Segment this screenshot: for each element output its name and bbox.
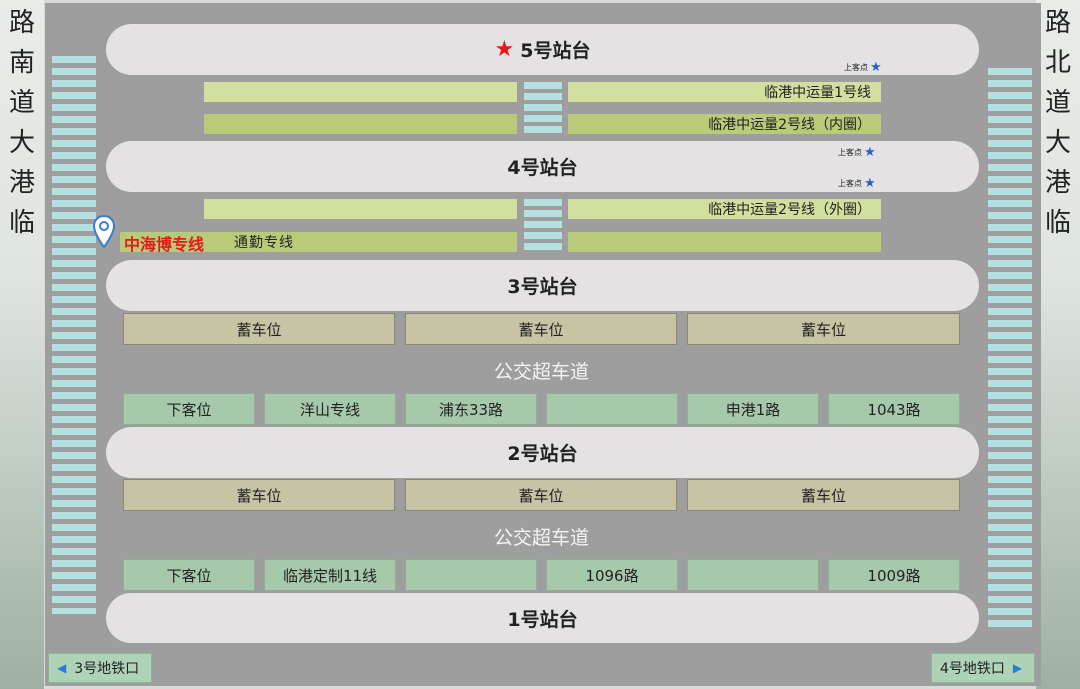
storage-bay: 蓄车位 bbox=[405, 313, 677, 345]
storage-bay-label: 蓄车位 bbox=[518, 486, 564, 505]
lane-line2-inner-left bbox=[204, 114, 517, 134]
bus-overtake-lane-label: 公交超车道 bbox=[493, 361, 589, 383]
lane-line2-inner: 临港中运量2号线（内圈） bbox=[568, 114, 881, 134]
bus-bay-label: 浦东33路 bbox=[438, 400, 504, 419]
bus-bay-label: 申港1路 bbox=[725, 400, 781, 419]
bus-bay-label: 洋山专线 bbox=[299, 400, 360, 419]
bus-bay[interactable] bbox=[405, 559, 537, 591]
storage-bay: 蓄车位 bbox=[687, 479, 960, 511]
bus-bay[interactable]: 洋山专线 bbox=[264, 393, 396, 425]
lane-line2-outer: 临港中运量2号线（外圈） bbox=[568, 199, 881, 219]
arrow-right-icon: ▶ bbox=[1012, 661, 1023, 675]
lane-line1-label: 临港中运量1号线 bbox=[764, 85, 871, 101]
boarding-point: 上客点 ★ bbox=[838, 176, 876, 191]
storage-bay: 蓄车位 bbox=[687, 313, 960, 345]
bus-overtake-lane-label: 公交超车道 bbox=[493, 527, 589, 549]
metro-exit-4[interactable]: 4号地铁口 ▶ bbox=[931, 653, 1035, 683]
platform-5-label: 5号站台 bbox=[520, 40, 591, 62]
arrow-left-icon: ◀ bbox=[57, 661, 67, 675]
bus-bay[interactable]: 申港1路 bbox=[687, 393, 819, 425]
blue-star-icon: ★ bbox=[864, 176, 876, 191]
location-pin-icon bbox=[92, 214, 116, 249]
bus-bay[interactable]: 临港定制11线 bbox=[264, 559, 396, 591]
lane-line2-outer-label: 临港中运量2号线（外圈） bbox=[708, 202, 871, 218]
platform-4-label: 4号站台 bbox=[507, 157, 578, 179]
metro-exit-3[interactable]: ◀ 3号地铁口 bbox=[48, 653, 152, 683]
platform-1-label: 1号站台 bbox=[507, 608, 578, 631]
storage-bay: 蓄车位 bbox=[123, 313, 395, 345]
left-road-char: 南 bbox=[8, 48, 35, 78]
blue-star-icon: ★ bbox=[864, 145, 876, 160]
zhb-line-label: 中海博专线 bbox=[124, 235, 205, 254]
red-star-icon: ★ bbox=[494, 37, 515, 62]
left-road-char: 临 bbox=[8, 208, 35, 238]
bus-bay[interactable]: 浦东33路 bbox=[405, 393, 537, 425]
boarding-point-label: 上客点 bbox=[844, 63, 868, 72]
commute-line-label: 通勤专线 bbox=[234, 235, 294, 251]
right-road-char: 道 bbox=[1044, 88, 1071, 118]
platform-2[interactable]: 2号站台 bbox=[106, 427, 979, 478]
right-road-char: 北 bbox=[1044, 48, 1071, 78]
storage-bay-label: 蓄车位 bbox=[236, 320, 282, 339]
boarding-point-label: 上客点 bbox=[838, 148, 862, 157]
platform-2-label: 2号站台 bbox=[507, 443, 578, 465]
bus-bay-label: 1096路 bbox=[585, 566, 639, 585]
right-road-name: 路 北 道 大 港 临 bbox=[1036, 8, 1080, 238]
lane-line2-inner-label: 临港中运量2号线（内圈） bbox=[708, 117, 871, 133]
storage-bay: 蓄车位 bbox=[405, 479, 677, 511]
lane-line1: 临港中运量1号线 bbox=[568, 82, 881, 102]
bus-bay[interactable]: 下客位 bbox=[123, 559, 255, 591]
left-road-strip: 路 南 道 大 港 临 bbox=[0, 0, 44, 689]
bus-bay[interactable]: 1096路 bbox=[546, 559, 678, 591]
boarding-point-label: 上客点 bbox=[838, 179, 862, 188]
bus-bay[interactable] bbox=[546, 393, 678, 425]
lane-line1-left bbox=[204, 82, 517, 102]
mid-crosswalk bbox=[524, 199, 562, 253]
boarding-point: 上客点 ★ bbox=[844, 60, 882, 75]
storage-bay-label: 蓄车位 bbox=[800, 320, 846, 339]
blue-star-icon: ★ bbox=[870, 60, 882, 75]
left-crosswalk bbox=[52, 56, 96, 614]
bus-bay-label: 临港定制11线 bbox=[282, 566, 378, 585]
bus-bay[interactable]: 下客位 bbox=[123, 393, 255, 425]
bus-bay-label: 1043路 bbox=[867, 400, 921, 419]
storage-bay-label: 蓄车位 bbox=[800, 486, 846, 505]
left-road-char: 道 bbox=[8, 88, 35, 118]
boarding-point: 上客点 ★ bbox=[838, 145, 876, 160]
platform-1[interactable]: 1号站台 bbox=[106, 593, 979, 643]
bus-bay-label: 下客位 bbox=[166, 400, 212, 419]
right-crosswalk bbox=[988, 68, 1032, 628]
storage-bay-label: 蓄车位 bbox=[236, 486, 282, 505]
platform-3-label: 3号站台 bbox=[507, 276, 578, 298]
bus-bay-label: 1009路 bbox=[867, 566, 921, 585]
right-road-char: 大 bbox=[1044, 128, 1071, 158]
bus-bay[interactable]: 1009路 bbox=[828, 559, 960, 591]
left-road-char: 港 bbox=[8, 168, 35, 198]
left-road-char: 路 bbox=[8, 8, 35, 38]
platform-3[interactable]: 3号站台 bbox=[106, 260, 979, 311]
mid-crosswalk bbox=[524, 82, 562, 136]
left-road-name: 路 南 道 大 港 临 bbox=[0, 8, 44, 238]
bus-bay-label: 下客位 bbox=[166, 566, 212, 585]
storage-bay: 蓄车位 bbox=[123, 479, 395, 511]
right-road-char: 临 bbox=[1044, 208, 1071, 238]
bus-bay[interactable]: 1043路 bbox=[828, 393, 960, 425]
storage-bay-label: 蓄车位 bbox=[518, 320, 564, 339]
metro-exit-4-label: 4号地铁口 bbox=[940, 661, 1005, 677]
right-road-char: 路 bbox=[1044, 8, 1071, 38]
bus-bay[interactable] bbox=[687, 559, 819, 591]
lane-line2-outer-left bbox=[204, 199, 517, 219]
right-road-strip: 路 北 道 大 港 临 bbox=[1036, 0, 1080, 689]
metro-exit-3-label: 3号地铁口 bbox=[74, 661, 140, 677]
right-road-char: 港 bbox=[1044, 168, 1071, 198]
lane-special-right bbox=[568, 232, 881, 252]
left-road-char: 大 bbox=[8, 128, 35, 158]
